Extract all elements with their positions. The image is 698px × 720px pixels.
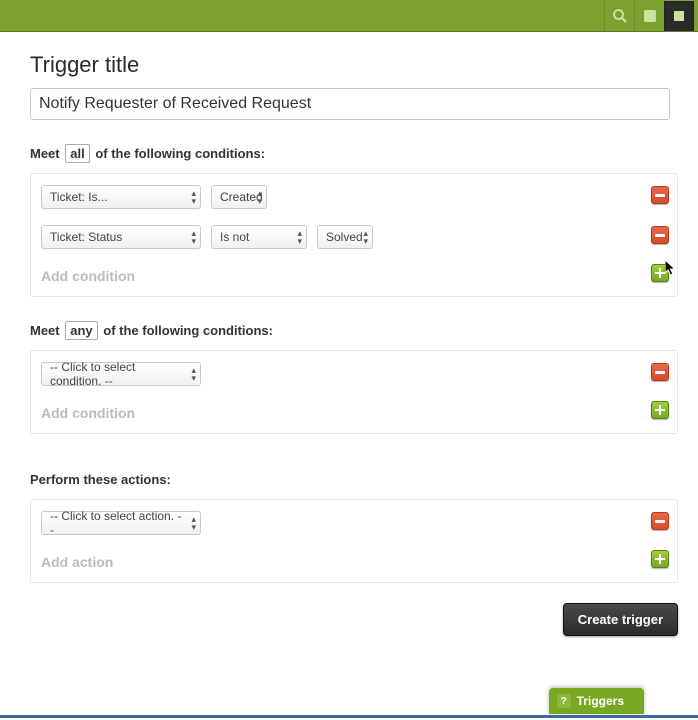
triggers-tab-label: Triggers [577, 694, 624, 708]
help-icon: ? [557, 694, 571, 708]
condition-row: Ticket: Status ▴▾ Is not ▴▾ Solved ▴▾ [41, 224, 667, 250]
remove-condition-button[interactable] [651, 226, 669, 244]
footer: Create trigger [30, 603, 678, 636]
condition-field-select[interactable]: -- Click to select condition. -- ▴▾ [41, 362, 201, 386]
actions-label: Perform these actions: [30, 472, 676, 487]
page-content: Trigger title Meet all of the following … [0, 32, 698, 646]
remove-action-button[interactable] [651, 512, 669, 530]
app-icon[interactable] [664, 1, 694, 31]
condition-operator-select[interactable]: Created ▴▾ [211, 185, 267, 209]
triggers-tab[interactable]: ? Triggers [549, 688, 644, 714]
any-conditions-area: -- Click to select condition. -- ▴▾ Add … [30, 350, 678, 434]
select-arrows-icon: ▴▾ [191, 189, 196, 205]
add-condition-button[interactable] [651, 264, 669, 282]
remove-condition-button[interactable] [651, 186, 669, 204]
select-value: Created [220, 190, 263, 204]
label-text: Meet [30, 323, 60, 338]
condition-field-select[interactable]: Ticket: Is... ▴▾ [41, 185, 201, 209]
select-arrows-icon: ▴▾ [191, 366, 196, 382]
label-text: Perform these actions: [30, 472, 171, 487]
condition-row: -- Click to select condition. -- ▴▾ [41, 361, 667, 387]
add-action-label: Add action [41, 554, 113, 570]
condition-field-select[interactable]: Ticket: Status ▴▾ [41, 225, 201, 249]
add-condition-label: Add condition [41, 405, 135, 421]
select-arrows-icon: ▴▾ [191, 515, 196, 531]
all-conditions-area: Ticket: Is... ▴▾ Created ▴▾ Ticket: Stat… [30, 173, 678, 297]
all-boxed: all [65, 144, 89, 163]
select-arrows-icon: ▴▾ [257, 189, 262, 205]
remove-condition-button[interactable] [651, 363, 669, 381]
help-icon[interactable] [634, 1, 664, 31]
select-value: Ticket: Status [50, 230, 122, 244]
create-trigger-button[interactable]: Create trigger [563, 603, 678, 636]
select-value: Solved [326, 230, 363, 244]
action-select[interactable]: -- Click to select action. -- ▴▾ [41, 511, 201, 535]
page-title: Trigger title [30, 52, 676, 78]
any-boxed: any [65, 321, 97, 340]
label-text: Meet [30, 146, 60, 161]
add-condition-button[interactable] [651, 401, 669, 419]
select-value: Ticket: Is... [50, 190, 108, 204]
select-value: Is not [220, 230, 249, 244]
search-icon[interactable] [604, 1, 634, 31]
bottom-border [0, 715, 698, 718]
label-text: of the following conditions: [95, 146, 265, 161]
add-condition-row: Add condition [41, 401, 667, 429]
label-text: of the following conditions: [103, 323, 273, 338]
add-action-button[interactable] [651, 550, 669, 568]
select-arrows-icon: ▴▾ [297, 229, 302, 245]
condition-row: Ticket: Is... ▴▾ Created ▴▾ [41, 184, 667, 210]
add-condition-row: Add condition [41, 264, 667, 292]
add-condition-label: Add condition [41, 268, 135, 284]
select-arrows-icon: ▴▾ [191, 229, 196, 245]
condition-operator-select[interactable]: Is not ▴▾ [211, 225, 307, 249]
add-action-row: Add action [41, 550, 667, 578]
condition-value-select[interactable]: Solved ▴▾ [317, 225, 373, 249]
select-value: -- Click to select condition. -- [50, 360, 182, 388]
trigger-title-input[interactable] [30, 88, 670, 120]
any-conditions-label: Meet any of the following conditions: [30, 323, 676, 338]
all-conditions-label: Meet all of the following conditions: [30, 146, 676, 161]
select-arrows-icon: ▴▾ [363, 229, 368, 245]
actions-area: -- Click to select action. -- ▴▾ Add act… [30, 499, 678, 583]
action-row: -- Click to select action. -- ▴▾ [41, 510, 667, 536]
topbar [0, 0, 698, 32]
select-value: -- Click to select action. -- [50, 509, 182, 537]
